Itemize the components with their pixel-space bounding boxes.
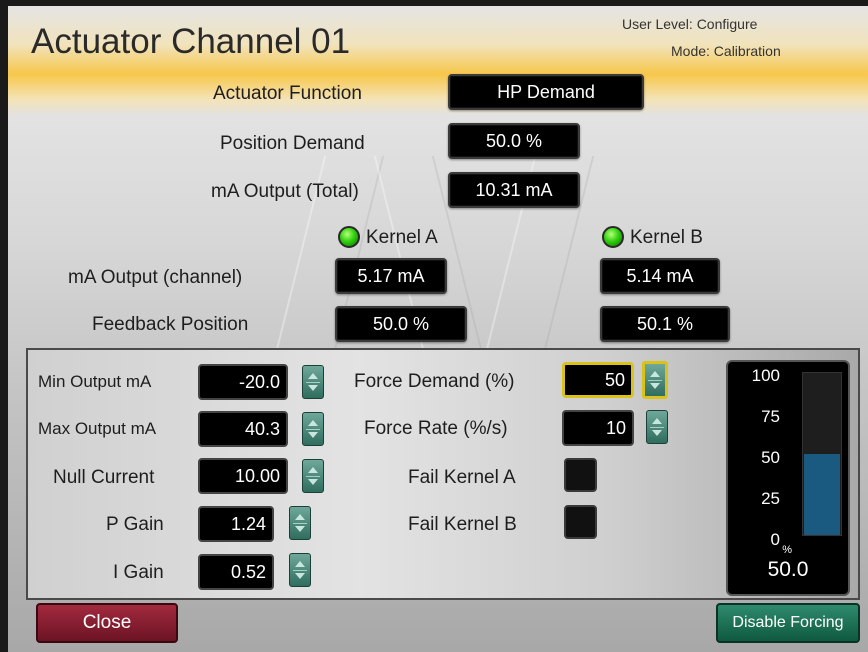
i-gain-input[interactable]: 0.52: [198, 554, 274, 590]
kernel-b-feedback-value: 50.1 %: [600, 306, 730, 342]
min-output-label: Min Output mA: [38, 372, 152, 391]
gauge-value: 50.0: [767, 558, 809, 581]
kernel-a-label: Kernel A: [366, 227, 438, 248]
kernel-b-label: Kernel B: [630, 227, 703, 248]
position-demand-label: Position Demand: [220, 133, 365, 154]
max-output-stepper[interactable]: [302, 412, 324, 446]
fail-kernel-a-label: Fail Kernel A: [408, 467, 516, 488]
p-gain-stepper[interactable]: [289, 506, 311, 540]
min-output-stepper[interactable]: [302, 365, 324, 399]
page-title: Actuator Channel 01: [31, 22, 351, 61]
fail-kernel-b-checkbox[interactable]: [564, 505, 597, 539]
gauge-tick-label: 25: [761, 489, 780, 508]
gauge-tick-label: 100: [751, 366, 780, 385]
actuator-channel-window: Actuator Channel 01 User Level: Configur…: [8, 6, 868, 652]
force-demand-gauge: 100 75 50 25 0 % 50.0: [726, 360, 850, 596]
fail-kernel-a-checkbox[interactable]: [564, 458, 597, 492]
feedback-position-label: Feedback Position: [92, 314, 249, 335]
max-output-input[interactable]: 40.3: [198, 411, 288, 447]
i-gain-stepper[interactable]: [289, 553, 311, 587]
actuator-function-label: Actuator Function: [213, 83, 362, 104]
gauge-unit-label: %: [782, 544, 792, 556]
fail-kernel-b-label: Fail Kernel B: [408, 514, 517, 535]
ma-output-total-label: mA Output (Total): [211, 181, 359, 202]
kernel-b-status-led: [602, 226, 624, 248]
gauge-track: [802, 372, 842, 536]
force-demand-input[interactable]: 50: [562, 362, 634, 398]
p-gain-input[interactable]: 1.24: [198, 506, 274, 542]
actuator-function-field[interactable]: HP Demand: [448, 74, 644, 110]
kernel-a-status-led: [338, 226, 360, 248]
force-rate-input[interactable]: 10: [562, 410, 634, 446]
force-rate-label: Force Rate (%/s): [364, 418, 508, 439]
close-button[interactable]: Close: [36, 603, 178, 643]
force-demand-stepper[interactable]: [642, 361, 668, 399]
kernel-a-ma-output-value: 5.17 mA: [335, 258, 447, 294]
min-output-input[interactable]: -20.0: [198, 364, 288, 400]
kernel-a-feedback-value: 50.0 %: [335, 306, 467, 342]
force-rate-stepper[interactable]: [646, 410, 668, 444]
gauge-fill: [804, 454, 840, 535]
max-output-label: Max Output mA: [38, 419, 157, 438]
null-current-label: Null Current: [53, 467, 155, 488]
user-level-text: User Level: Configure: [622, 16, 758, 32]
mode-text: Mode: Calibration: [671, 43, 781, 59]
disable-forcing-button[interactable]: Disable Forcing: [716, 603, 860, 643]
gauge-tick-label: 75: [761, 407, 780, 426]
ma-output-total-value: 10.31 mA: [448, 172, 580, 208]
kernel-b-ma-output-value: 5.14 mA: [600, 258, 720, 294]
position-demand-value: 50.0 %: [448, 123, 580, 159]
ma-output-channel-label: mA Output (channel): [68, 267, 243, 288]
null-current-input[interactable]: 10.00: [198, 458, 288, 494]
p-gain-label: P Gain: [106, 514, 164, 535]
null-current-stepper[interactable]: [302, 459, 324, 493]
gauge-tick-label: 50: [761, 448, 780, 467]
force-demand-label: Force Demand (%): [354, 371, 515, 392]
i-gain-label: I Gain: [113, 562, 164, 583]
